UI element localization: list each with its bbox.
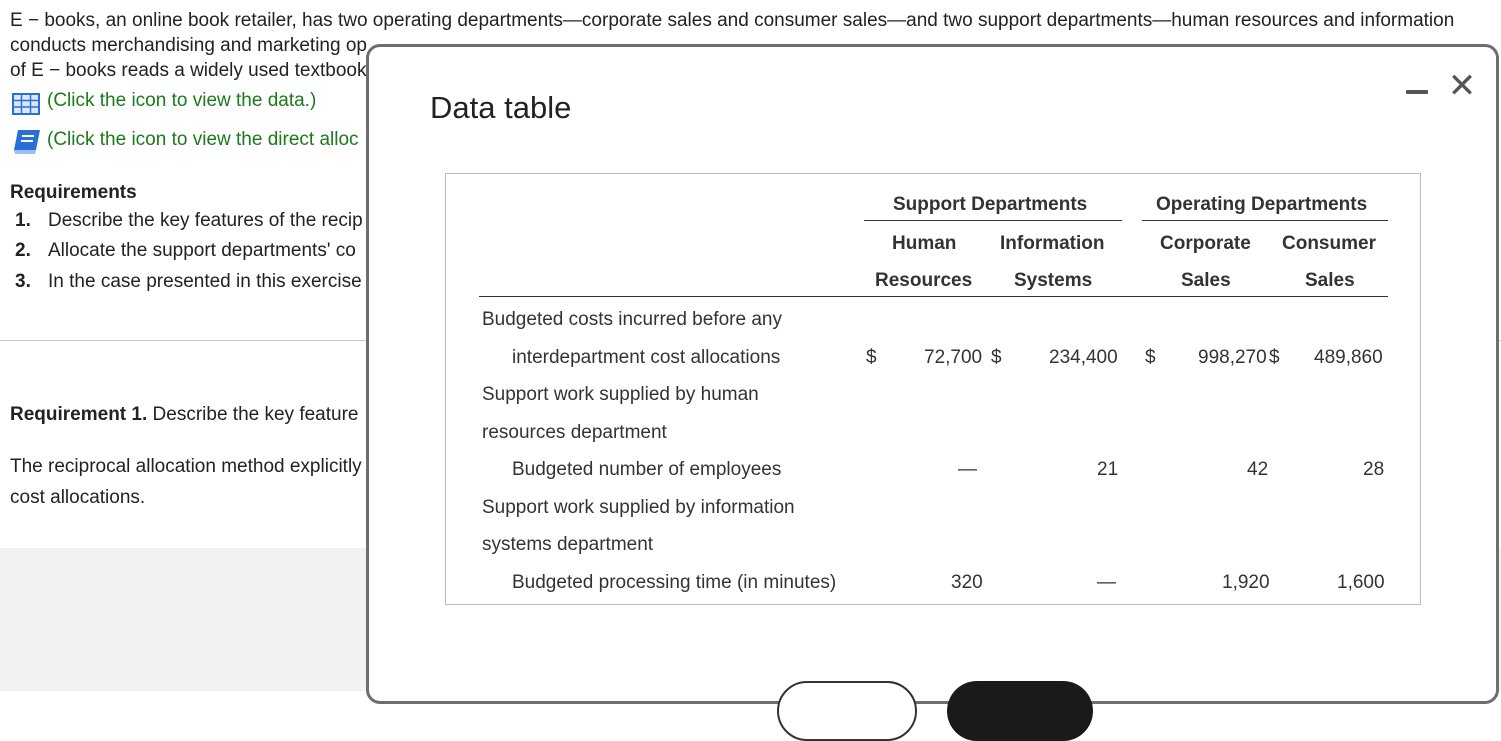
answer-line1: The reciprocal allocation method explici… bbox=[10, 456, 362, 477]
minimize-button[interactable] bbox=[1406, 82, 1428, 102]
row-is-support-label-2: systems department bbox=[482, 534, 654, 555]
operating-header-underline bbox=[1142, 220, 1388, 221]
header-operating-departments: Operating Departments bbox=[1156, 194, 1368, 215]
view-data-link[interactable]: (Click the icon to view the data.) bbox=[47, 90, 316, 112]
value-consumer-employees: 28 bbox=[1363, 459, 1385, 480]
col-information-systems-2: Systems bbox=[1014, 270, 1093, 291]
row-hr-support-label: Support work supplied by human bbox=[482, 384, 759, 405]
value-hr-costs: 72,700 bbox=[924, 347, 983, 368]
value-hr-employees: — bbox=[958, 459, 977, 480]
value-corporate-costs: 998,270 bbox=[1198, 347, 1267, 368]
currency-sign: $ bbox=[1145, 347, 1156, 368]
req3-number: 3. bbox=[15, 271, 31, 292]
value-consumer-processing: 1,600 bbox=[1337, 572, 1385, 593]
currency-sign: $ bbox=[1269, 347, 1280, 368]
currency-sign: $ bbox=[991, 347, 1002, 368]
requirement1-label: Requirement 1. bbox=[10, 404, 148, 425]
header-support-departments: Support Departments bbox=[893, 194, 1088, 215]
row-budgeted-costs-label-2: interdepartment cost allocations bbox=[512, 347, 781, 368]
req1-number: 1. bbox=[15, 210, 31, 231]
print-button[interactable] bbox=[777, 681, 917, 741]
view-direct-allocation-link[interactable]: (Click the icon to view the direct alloc bbox=[47, 129, 359, 151]
close-button[interactable]: ✕ bbox=[1447, 69, 1477, 103]
support-header-underline bbox=[864, 220, 1122, 221]
value-is-employees: 21 bbox=[1097, 459, 1119, 480]
col-corporate-sales: Corporate bbox=[1160, 233, 1251, 254]
requirement1-heading: Requirement 1. Describe the key feature bbox=[10, 404, 358, 426]
currency-sign: $ bbox=[866, 347, 877, 368]
col-information-systems: Information bbox=[1000, 233, 1105, 254]
col-consumer-sales-2: Sales bbox=[1305, 270, 1355, 291]
row-employees-label: Budgeted number of employees bbox=[512, 459, 782, 480]
problem-text-line1: E − books, an online book retailer, has … bbox=[10, 10, 1455, 31]
answer-line2: cost allocations. bbox=[10, 487, 146, 508]
header-bottom-rule bbox=[479, 296, 1388, 297]
value-is-costs: 234,400 bbox=[1049, 347, 1118, 368]
col-consumer-sales: Consumer bbox=[1282, 233, 1376, 254]
data-table-icon[interactable] bbox=[12, 93, 40, 115]
req2-number: 2. bbox=[15, 240, 31, 261]
value-corporate-processing: 1,920 bbox=[1222, 572, 1270, 593]
data-table: Support Departments Operating Department… bbox=[445, 173, 1421, 605]
row-processing-time-label: Budgeted processing time (in minutes) bbox=[512, 572, 837, 593]
value-is-processing: — bbox=[1097, 572, 1116, 593]
row-hr-support-label-2: resources department bbox=[482, 422, 667, 443]
req3-text: In the case presented in this exercise bbox=[48, 271, 362, 292]
problem-text-line3: of E − books reads a widely used textboo… bbox=[10, 60, 367, 81]
col-human-resources-2: Resources bbox=[875, 270, 973, 291]
value-consumer-costs: 489,860 bbox=[1314, 347, 1383, 368]
problem-text-line2: conducts merchandising and marketing op bbox=[10, 35, 367, 56]
req2-text: Allocate the support departments' co bbox=[48, 240, 356, 261]
value-hr-processing: 320 bbox=[951, 572, 983, 593]
requirements-heading: Requirements bbox=[10, 182, 137, 203]
req1-text: Describe the key features of the recip bbox=[48, 210, 363, 231]
data-table-modal: Data table ✕ Support Departments Operati… bbox=[366, 44, 1499, 741]
row-is-support-label: Support work supplied by information bbox=[482, 497, 795, 518]
value-corporate-employees: 42 bbox=[1247, 459, 1269, 480]
row-budgeted-costs-label: Budgeted costs incurred before any bbox=[482, 309, 782, 330]
done-button[interactable] bbox=[947, 681, 1093, 741]
col-corporate-sales-2: Sales bbox=[1181, 270, 1231, 291]
modal-title: Data table bbox=[430, 90, 572, 125]
col-human-resources: Human bbox=[892, 233, 957, 254]
requirement1-text: Describe the key feature bbox=[147, 404, 359, 425]
book-icon[interactable] bbox=[12, 128, 42, 156]
